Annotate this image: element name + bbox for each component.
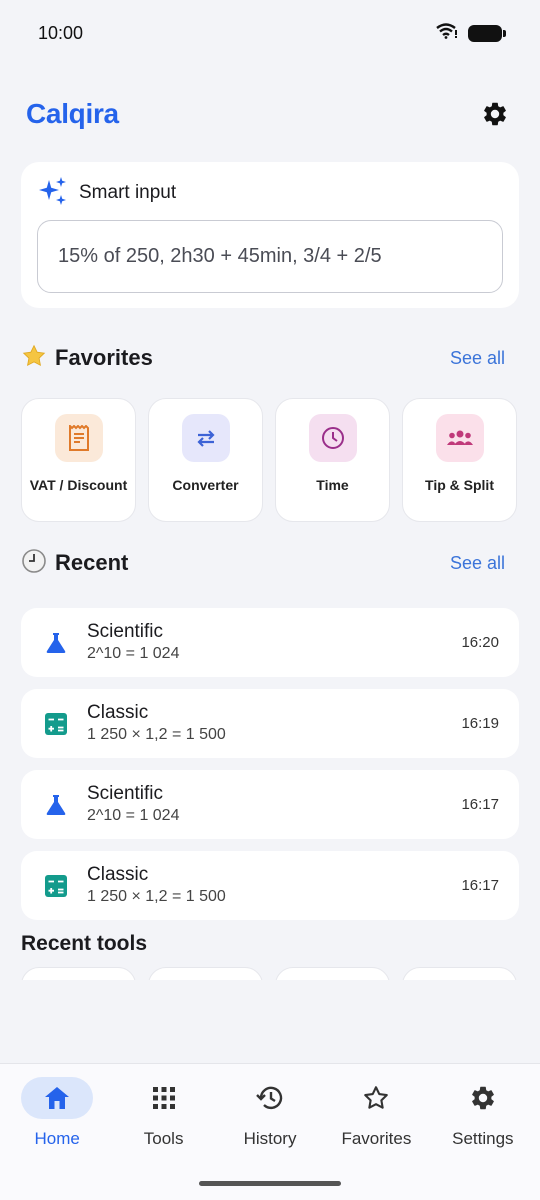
recent-item-time: 16:20 <box>461 634 499 651</box>
recent-tool-tile[interactable] <box>148 967 263 980</box>
recent-item-title: Scientific <box>87 783 164 804</box>
fav-icon-box <box>308 414 357 462</box>
recent-header: Recent See all <box>21 546 505 580</box>
home-icon <box>45 1087 70 1109</box>
favorite-tile-vat-discount[interactable]: VAT / Discount <box>21 398 136 522</box>
nav-label: Settings <box>452 1129 514 1148</box>
clock-icon <box>321 427 344 449</box>
fav-icon-box <box>181 414 230 462</box>
recent-tool-tile[interactable] <box>402 967 517 980</box>
status-time: 10:00 <box>38 22 84 43</box>
smart-input-placeholder: 15% of 250, 2h30 + 45min, 3/4 + 2/5 <box>58 245 382 267</box>
history-icon <box>256 1086 283 1110</box>
recent-item-title: Classic <box>87 864 149 885</box>
swap-arrows-icon <box>196 430 215 447</box>
favorites-title: Favorites <box>55 345 153 370</box>
recent-item-time: 16:17 <box>461 796 499 813</box>
recent-item-time: 16:19 <box>461 715 499 732</box>
home-indicator[interactable] <box>199 1181 341 1186</box>
favorite-tile-converter[interactable]: Converter <box>148 398 263 522</box>
recent-item[interactable]: Scientific 2^10 = 1 024 16:20 <box>21 608 519 677</box>
nav-item-settings[interactable]: Settings <box>430 1077 536 1200</box>
recent-list: Scientific 2^10 = 1 024 16:20 Classic 1 … <box>21 608 519 932</box>
favorite-tile-tip-split[interactable]: Tip & Split <box>402 398 517 522</box>
wifi-icon <box>436 22 458 44</box>
recent-item[interactable]: Classic 1 250 × 1,2 = 1 500 16:17 <box>21 851 519 920</box>
smart-input-header: Smart input <box>37 176 503 211</box>
recent-item-title: Classic <box>87 702 149 723</box>
fav-icon-box <box>54 414 103 462</box>
receipt-icon <box>68 425 89 451</box>
favorites-header: Favorites See all <box>21 341 505 375</box>
app-header: Calqira <box>26 94 514 134</box>
battery-icon <box>468 24 506 42</box>
nav-icon-wrap <box>234 1077 306 1119</box>
recent-item-expression: 2^10 = 1 024 <box>87 645 180 662</box>
status-icons <box>436 22 506 44</box>
favorite-label: VAT / Discount <box>29 477 128 493</box>
sparkle-icon <box>37 176 69 211</box>
recent-item[interactable]: Classic 1 250 × 1,2 = 1 500 16:19 <box>21 689 519 758</box>
smart-input-label: Smart input <box>79 182 177 203</box>
favorites-row: VAT / Discount Converter Time Tip & Spli… <box>21 398 519 522</box>
recent-tools-row <box>21 967 519 980</box>
favorite-label: Time <box>316 477 349 493</box>
app-title: Calqira <box>26 98 119 129</box>
recent-title: Recent <box>55 550 129 575</box>
nav-icon-wrap <box>340 1077 412 1119</box>
flask-icon <box>43 792 69 818</box>
favorites-see-all-link[interactable]: See all <box>450 348 505 369</box>
nav-label: Home <box>34 1129 80 1148</box>
favorite-tile-time[interactable]: Time <box>275 398 390 522</box>
recent-tools-title: Recent tools <box>21 932 148 955</box>
star-icon <box>21 343 47 374</box>
calculator-icon <box>43 711 69 737</box>
calculator-icon <box>43 873 69 899</box>
settings-button[interactable] <box>478 97 512 131</box>
status-bar: 10:00 <box>0 0 540 66</box>
nav-label: Tools <box>143 1129 184 1148</box>
fav-icon-box <box>435 414 484 462</box>
gear-icon <box>471 1086 494 1110</box>
nav-icon-wrap <box>128 1077 200 1119</box>
clock-face-icon <box>21 548 47 579</box>
nav-icon-wrap <box>21 1077 94 1119</box>
recent-item-title: Scientific <box>87 621 164 642</box>
group-icon <box>446 430 473 445</box>
flask-icon <box>43 630 69 656</box>
recent-item-time: 16:17 <box>461 877 499 894</box>
nav-icon-wrap <box>447 1077 519 1119</box>
nav-label: History <box>243 1129 297 1148</box>
nav-item-home[interactable]: Home <box>4 1077 110 1200</box>
smart-input-card: Smart input 15% of 250, 2h30 + 45min, 3/… <box>21 162 519 308</box>
favorite-label: Converter <box>172 477 239 493</box>
grid-icon <box>152 1087 175 1109</box>
smart-input-field[interactable]: 15% of 250, 2h30 + 45min, 3/4 + 2/5 <box>37 220 503 293</box>
bottom-nav: Home Tools History Favorites Settings <box>0 1063 540 1200</box>
favorite-label: Tip & Split <box>425 477 494 493</box>
star-outline-icon <box>364 1086 389 1109</box>
recent-tool-tile[interactable] <box>275 967 390 980</box>
recent-see-all-link[interactable]: See all <box>450 553 505 574</box>
recent-tool-tile[interactable] <box>21 967 136 980</box>
recent-item[interactable]: Scientific 2^10 = 1 024 16:17 <box>21 770 519 839</box>
gear-icon <box>484 102 506 126</box>
recent-item-expression: 2^10 = 1 024 <box>87 807 180 824</box>
nav-label: Favorites <box>341 1129 412 1148</box>
recent-item-expression: 1 250 × 1,2 = 1 500 <box>87 888 226 905</box>
recent-item-expression: 1 250 × 1,2 = 1 500 <box>87 726 226 743</box>
